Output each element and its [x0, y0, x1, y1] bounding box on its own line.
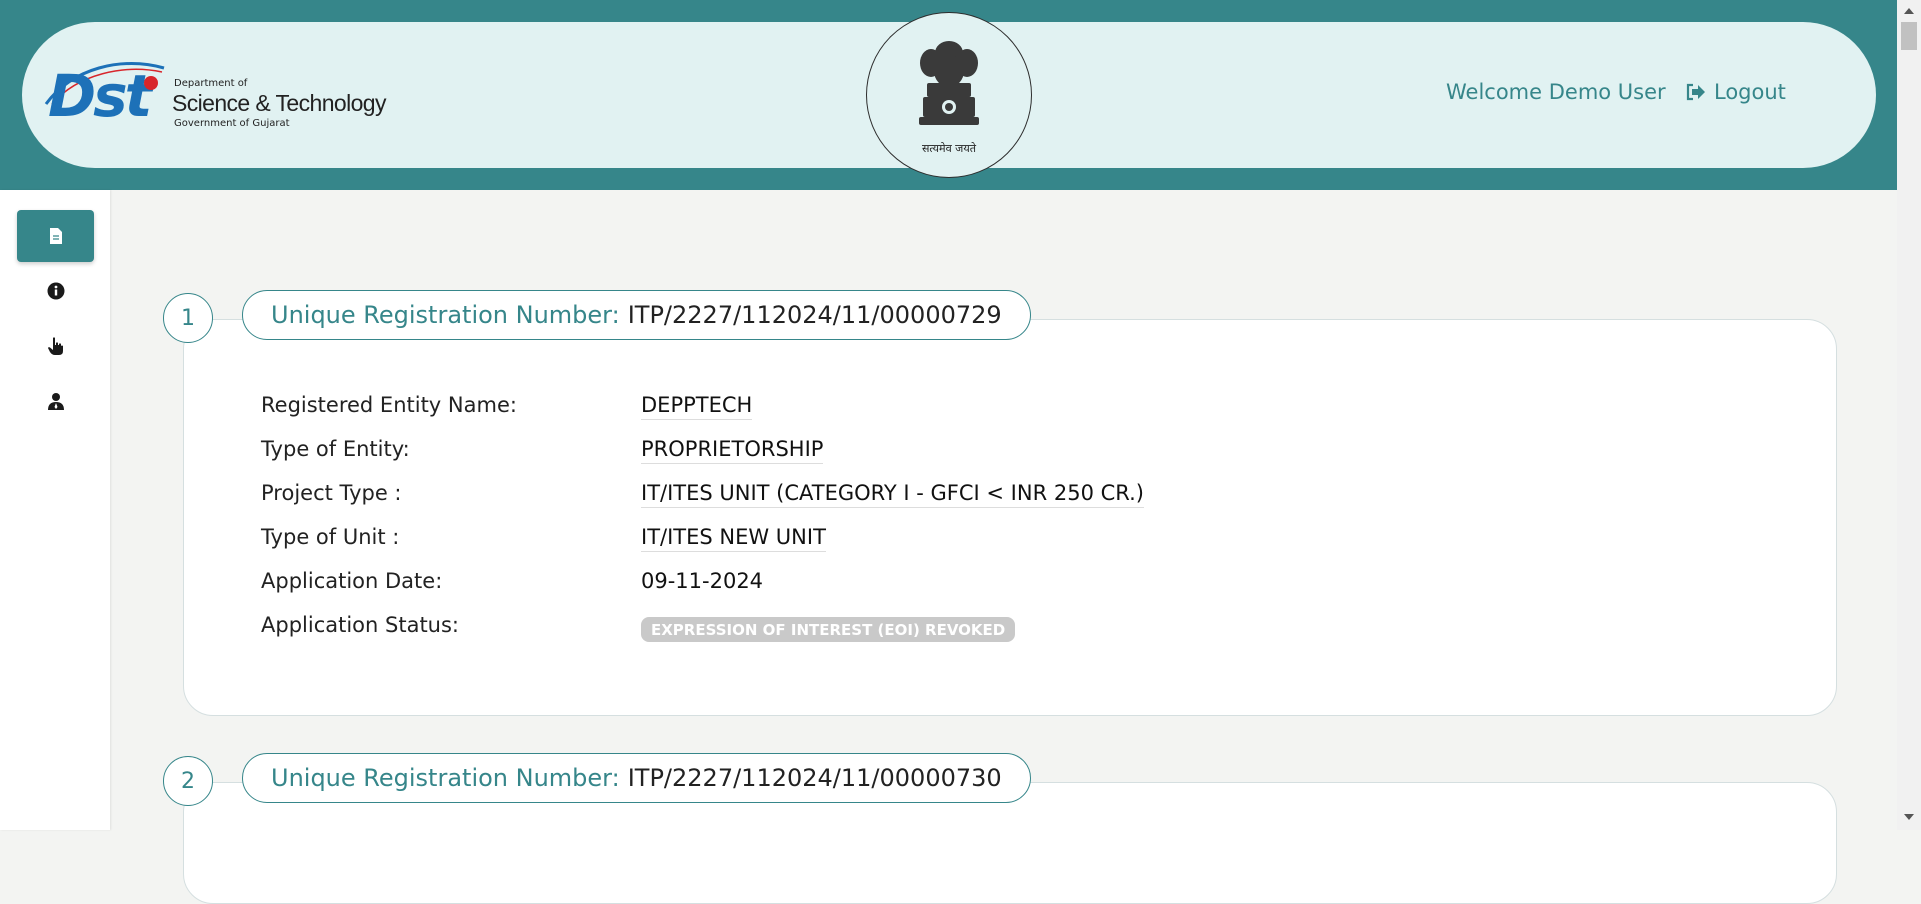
- logout-button[interactable]: Logout: [1686, 80, 1786, 104]
- urn-label: Unique Registration Number:: [271, 301, 620, 329]
- field-label: Type of Unit :: [261, 525, 400, 549]
- welcome-text: Welcome Demo User: [1446, 80, 1666, 104]
- logo-brand: Dst: [48, 62, 152, 130]
- user-tie-icon: [47, 393, 64, 410]
- application-number-badge: 2: [163, 756, 213, 806]
- application-number-badge: 1: [163, 293, 213, 343]
- dst-logo[interactable]: Dst Department of Science & Technology G…: [42, 58, 402, 138]
- logo-name-line: Science & Technology: [172, 90, 386, 116]
- field-label: Registered Entity Name:: [261, 393, 517, 417]
- field-value: IT/ITES NEW UNIT: [641, 525, 826, 552]
- field-label: Application Date:: [261, 569, 443, 593]
- scroll-down-icon[interactable]: [1904, 814, 1914, 820]
- urn-label: Unique Registration Number:: [271, 764, 620, 792]
- logo-dot-icon: [144, 76, 158, 90]
- sidebar-item-applications[interactable]: [17, 210, 94, 262]
- field-value: DEPPTECH: [641, 393, 753, 420]
- sidebar-item-select[interactable]: [17, 320, 94, 372]
- sidebar: [0, 190, 110, 830]
- field-value: PROPRIETORSHIP: [641, 437, 824, 464]
- sidebar-item-profile[interactable]: [17, 375, 94, 427]
- field-label: Project Type :: [261, 481, 402, 505]
- status-label: Application Status:: [261, 613, 460, 637]
- scroll-up-icon[interactable]: [1904, 8, 1914, 14]
- info-icon: [47, 282, 64, 300]
- application-card: [183, 319, 1837, 716]
- sidebar-item-info[interactable]: [17, 265, 94, 317]
- field-label: Type of Entity:: [261, 437, 410, 461]
- logo-dept-line: Department of: [174, 78, 248, 89]
- hand-pointer-icon: [47, 337, 63, 355]
- urn-header[interactable]: Unique Registration Number: ITP/2227/112…: [242, 753, 1031, 803]
- urn-value: ITP/2227/112024/11/00000730: [627, 764, 1002, 792]
- page-scrollbar[interactable]: [1897, 0, 1921, 830]
- logo-gov-line: Government of Gujarat: [174, 118, 290, 129]
- urn-header[interactable]: Unique Registration Number: ITP/2227/112…: [242, 290, 1031, 340]
- scroll-thumb[interactable]: [1901, 22, 1917, 50]
- logout-label: Logout: [1714, 80, 1786, 104]
- national-emblem: सत्यमेव जयते: [866, 12, 1032, 178]
- sign-out-icon: [1686, 83, 1705, 101]
- lion-capital-icon: [919, 41, 979, 125]
- document-icon: [49, 228, 62, 244]
- field-value: IT/ITES UNIT (CATEGORY I - GFCI < INR 25…: [641, 481, 1144, 508]
- urn-value: ITP/2227/112024/11/00000729: [627, 301, 1002, 329]
- emblem-motto: सत्यमेव जयते: [921, 142, 976, 155]
- status-badge: EXPRESSION OF INTEREST (EOI) REVOKED: [641, 617, 1016, 642]
- field-value: 09-11-2024: [641, 569, 764, 593]
